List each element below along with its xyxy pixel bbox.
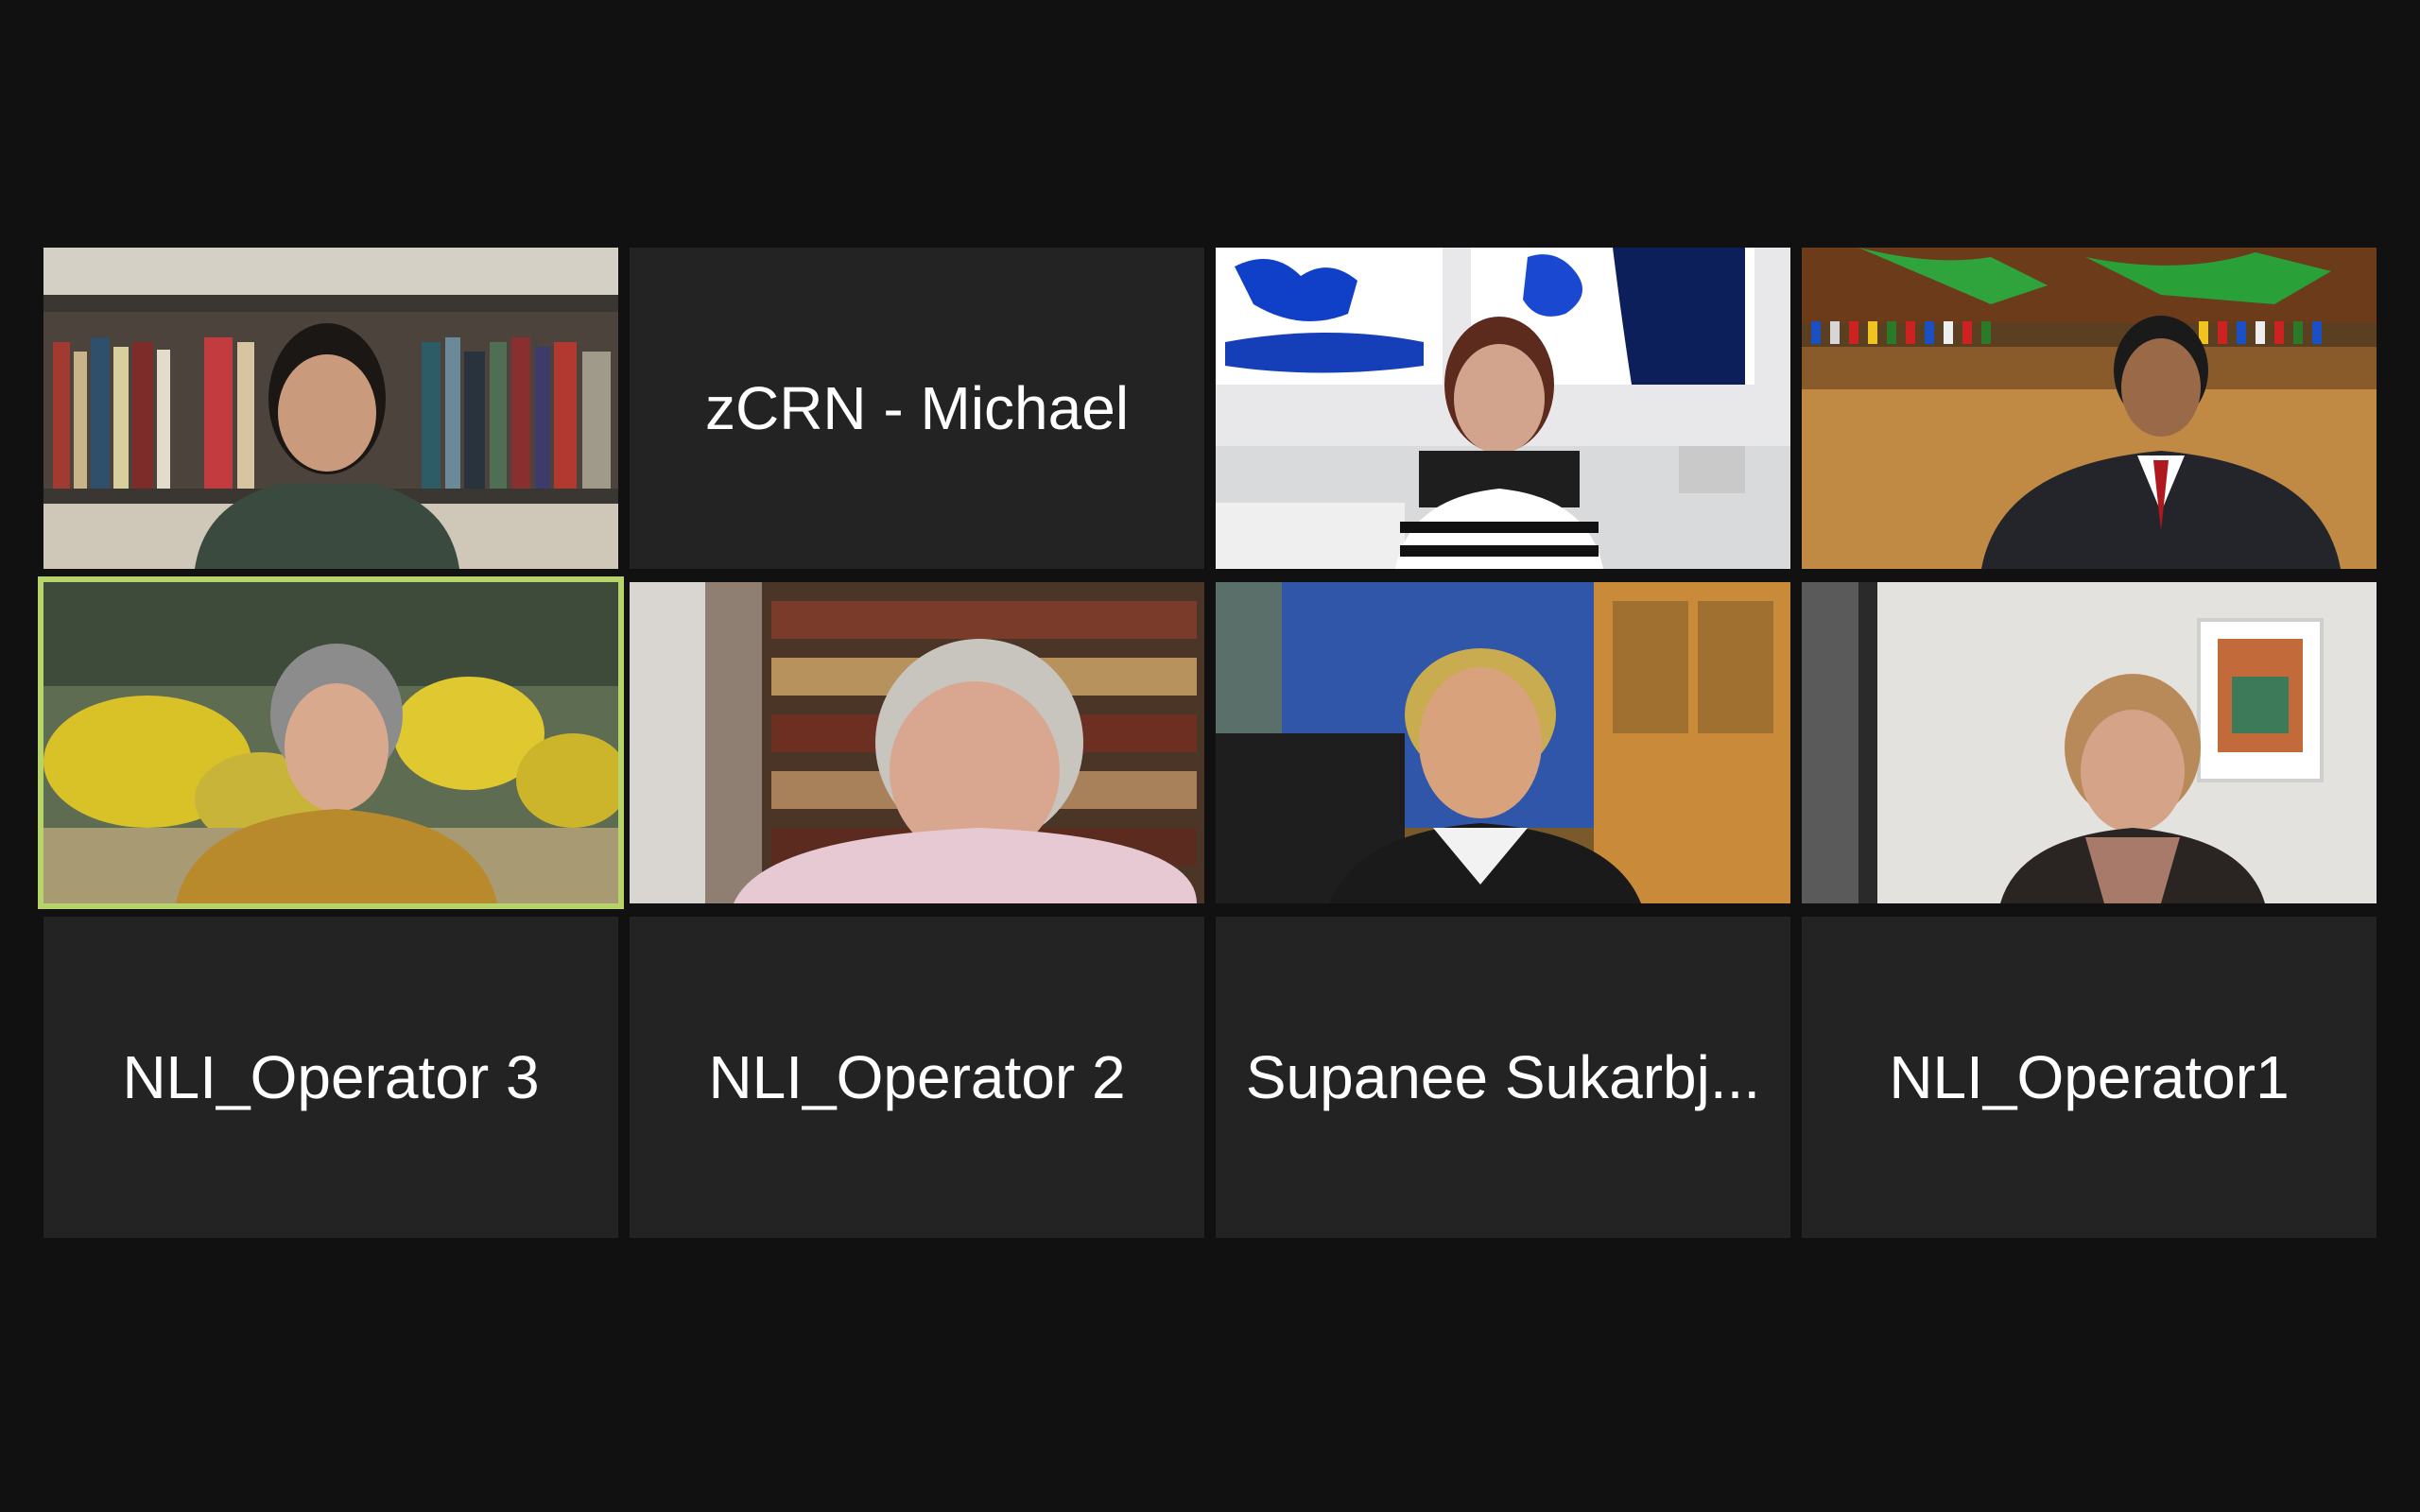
participant-video — [1216, 582, 1790, 903]
participant-video — [1802, 248, 2377, 569]
participant-name: Supanee Sukarbj... — [1245, 1043, 1761, 1111]
participant-video — [630, 582, 1204, 903]
participant-video — [43, 582, 618, 903]
participant-tile-8[interactable] — [1802, 582, 2377, 903]
participant-tile-1[interactable] — [43, 248, 618, 569]
participant-tile-12[interactable]: NLI_Operator1 — [1802, 917, 2377, 1238]
participant-name: NLI_Operator1 — [1889, 1043, 2290, 1111]
participant-tile-11[interactable]: Supanee Sukarbj... — [1216, 917, 1790, 1238]
participant-name: NLI_Operator 2 — [708, 1043, 1126, 1111]
participant-tile-4[interactable] — [1802, 248, 2377, 569]
participant-tile-5[interactable] — [38, 576, 624, 909]
participant-video — [1802, 582, 2377, 903]
participant-name: zCRN - Michael — [704, 374, 1130, 442]
gallery-view: zCRN - Michael NLI_Operator 3 NLI_Operat… — [0, 0, 2420, 1512]
participant-tile-7[interactable] — [1216, 582, 1790, 903]
participant-name: NLI_Operator 3 — [122, 1043, 540, 1111]
participant-video — [1216, 248, 1790, 569]
participant-tile-6[interactable] — [630, 582, 1204, 903]
participant-tile-9[interactable]: NLI_Operator 3 — [43, 917, 618, 1238]
participant-tile-2[interactable]: zCRN - Michael — [630, 248, 1204, 569]
participant-tile-3[interactable] — [1216, 248, 1790, 569]
participant-video — [43, 248, 618, 569]
participant-tile-10[interactable]: NLI_Operator 2 — [630, 917, 1204, 1238]
